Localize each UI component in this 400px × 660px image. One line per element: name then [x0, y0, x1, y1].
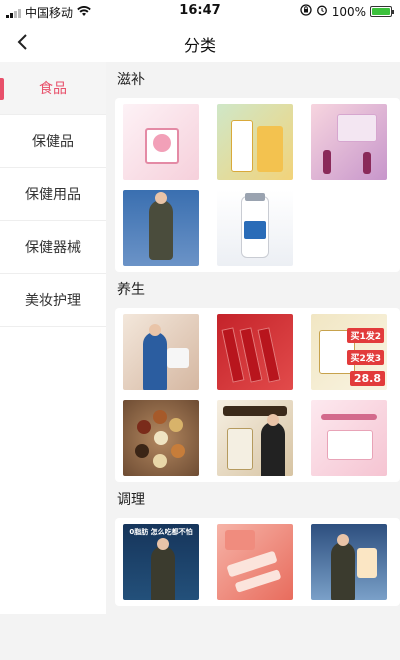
- section-title: 调理: [117, 492, 145, 508]
- sidebar-item-label: 保健品: [32, 134, 74, 150]
- sidebar-item-health-devices[interactable]: 保健器械: [0, 221, 106, 274]
- product-thumbnail[interactable]: [217, 400, 293, 476]
- promo-badge: 买1发2: [347, 328, 384, 343]
- status-right: 100%: [300, 4, 394, 19]
- orientation-lock-icon: [300, 4, 312, 19]
- section-title: 养生: [117, 282, 145, 298]
- page-title: 分类: [183, 36, 216, 55]
- product-thumbnail[interactable]: 0脂肪 怎么吃都不怕: [123, 524, 199, 600]
- product-thumbnail[interactable]: [311, 524, 387, 600]
- sidebar-item-label: 保健用品: [25, 187, 81, 203]
- price-tag: 28.8: [349, 371, 385, 386]
- category-sidebar: 食品 保健品 保健用品 保健器械 美妆护理: [0, 62, 106, 614]
- status-bar: 中国移动 16:47 100%: [0, 0, 400, 22]
- sidebar-item-food[interactable]: 食品: [0, 62, 106, 115]
- sidebar-item-beauty-care[interactable]: 美妆护理: [0, 274, 106, 327]
- section-title: 滋补: [117, 72, 145, 88]
- product-thumbnail[interactable]: [123, 190, 199, 266]
- active-indicator: [0, 78, 4, 100]
- product-thumbnail[interactable]: [123, 314, 199, 390]
- sidebar-item-label: 美妆护理: [25, 293, 81, 309]
- nav-bar: 分类: [0, 22, 400, 62]
- product-thumbnail[interactable]: [217, 104, 293, 180]
- product-thumbnail[interactable]: [311, 400, 387, 476]
- sidebar-item-label: 保健器械: [25, 240, 81, 256]
- promo-badge: 买2发3: [347, 350, 384, 365]
- product-thumbnail[interactable]: [217, 524, 293, 600]
- product-thumbnail[interactable]: 买1发2 买2发3 28.8: [311, 314, 387, 390]
- category-content: 滋补 养生 买1发2 买2发3 28.8 调理 0脂肪 怎么吃都不怕: [115, 62, 400, 606]
- product-grid: 买1发2 买2发3 28.8: [115, 308, 400, 482]
- sidebar-item-health-supplies[interactable]: 保健用品: [0, 168, 106, 221]
- sidebar-item-label: 食品: [39, 81, 67, 97]
- alarm-icon: [316, 4, 328, 19]
- product-thumbnail[interactable]: [217, 314, 293, 390]
- product-grid: 0脂肪 怎么吃都不怕: [115, 518, 400, 606]
- product-thumbnail[interactable]: [311, 104, 387, 180]
- product-thumbnail[interactable]: [123, 400, 199, 476]
- banner-text: 0脂肪 怎么吃都不怕: [129, 528, 193, 536]
- product-grid: [115, 98, 400, 272]
- product-thumbnail[interactable]: [123, 104, 199, 180]
- sidebar-item-health-products[interactable]: 保健品: [0, 115, 106, 168]
- product-thumbnail[interactable]: [217, 190, 293, 266]
- battery-text: 100%: [331, 4, 366, 19]
- battery-icon: [370, 6, 394, 17]
